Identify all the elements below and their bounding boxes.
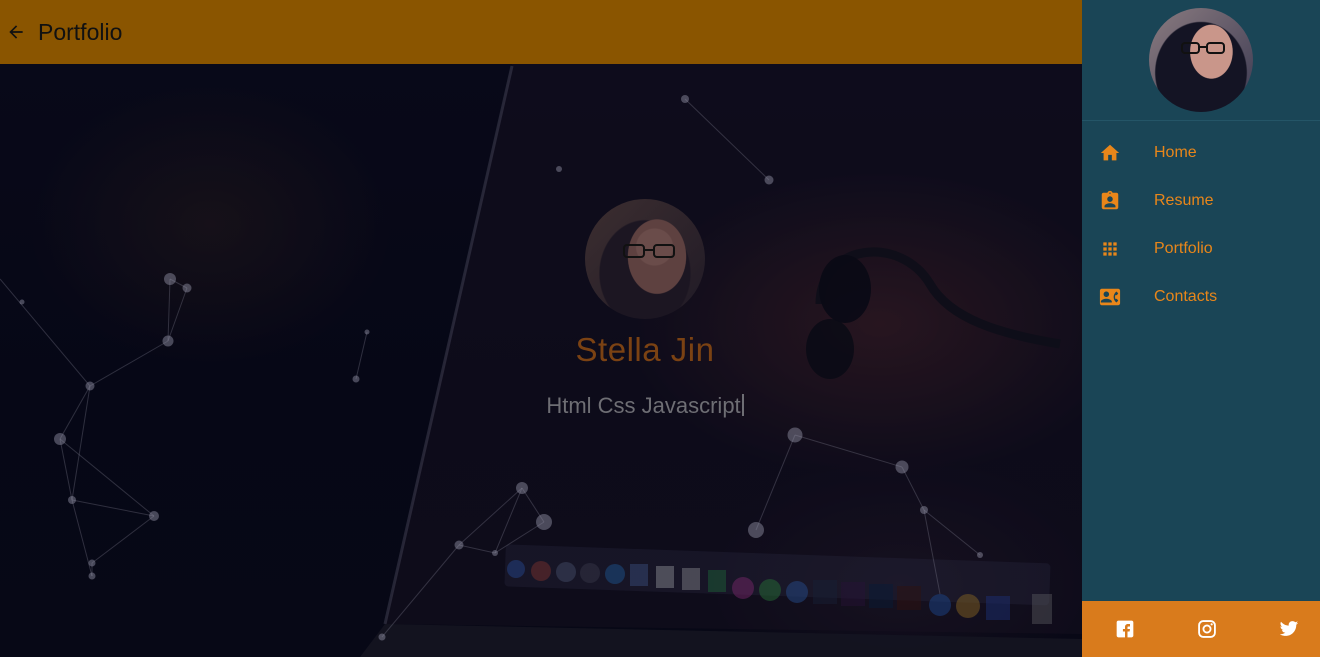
- instagram-icon[interactable]: [1196, 618, 1218, 640]
- facebook-icon[interactable]: [1114, 618, 1136, 640]
- nav-item-label: Portfolio: [1154, 240, 1213, 257]
- drawer-header: [1082, 0, 1320, 121]
- social-links: [1082, 601, 1320, 657]
- nav-item-contacts[interactable]: Contacts: [1082, 273, 1320, 321]
- drawer-avatar: [1149, 8, 1253, 112]
- resume-badge-icon: [1098, 189, 1122, 213]
- contact-card-icon: [1098, 285, 1122, 309]
- grid-apps-icon: [1098, 237, 1122, 261]
- home-icon: [1098, 141, 1122, 165]
- nav-item-resume[interactable]: Resume: [1082, 177, 1320, 225]
- nav-item-label: Contacts: [1154, 288, 1218, 305]
- nav-drawer: Home Resume Portfolio Contacts: [1082, 0, 1320, 657]
- twitter-icon[interactable]: [1278, 618, 1300, 640]
- nav-item-label: Resume: [1154, 192, 1214, 209]
- drawer-nav-list: Home Resume Portfolio Contacts: [1082, 121, 1320, 321]
- nav-item-portfolio[interactable]: Portfolio: [1082, 225, 1320, 273]
- glasses-shape: [1181, 42, 1225, 54]
- drawer-spacer: [1082, 321, 1320, 601]
- drawer-scrim[interactable]: [0, 0, 1082, 657]
- nav-item-home[interactable]: Home: [1082, 129, 1320, 177]
- nav-item-label: Home: [1154, 144, 1197, 161]
